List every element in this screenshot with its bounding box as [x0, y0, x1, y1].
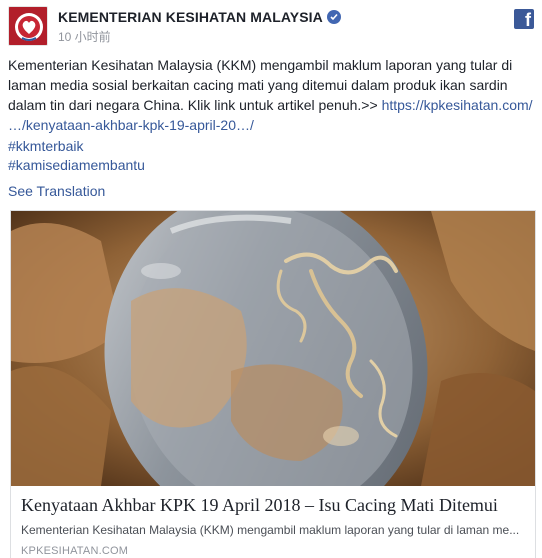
see-translation-link[interactable]: See Translation [8, 183, 105, 199]
article-link-part-2[interactable]: …/kenyataan-akhbar-kpk-19-april-20…/ [8, 117, 254, 133]
page-name[interactable]: KEMENTERIAN KESIHATAN MALAYSIA [58, 9, 341, 25]
attachment-description: Kementerian Kesihatan Malaysia (KKM) men… [21, 523, 520, 537]
attachment-caption[interactable]: Kenyataan Akhbar KPK 19 April 2018 – Isu… [11, 486, 535, 558]
attachment-title[interactable]: Kenyataan Akhbar KPK 19 April 2018 – Isu… [21, 495, 498, 516]
link-attachment[interactable]: Kenyataan Akhbar KPK 19 April 2018 – Isu… [10, 210, 536, 558]
facebook-post: KEMENTERIAN KESIHATAN MALAYSIA 10 小时前 f … [0, 0, 542, 558]
kkm-logo-icon [9, 7, 47, 45]
article-link-part-1[interactable]: https://kpkesihatan.com/ [382, 97, 533, 113]
post-header: KEMENTERIAN KESIHATAN MALAYSIA 10 小时前 f [8, 6, 534, 46]
attachment-domain: KPKESIHATAN.COM [21, 545, 129, 557]
attachment-photo[interactable] [11, 211, 535, 486]
verified-badge-icon [326, 10, 341, 24]
post-timestamp[interactable]: 10 小时前 [58, 28, 111, 45]
sardine-worm-photo [11, 211, 535, 486]
hashtag-list: #kkmterbaik #kamisediamembantu [8, 137, 145, 175]
post-body: Kementerian Kesihatan Malaysia (KKM) men… [8, 55, 536, 135]
facebook-logo-icon[interactable]: f [514, 9, 534, 30]
page-name-text[interactable]: KEMENTERIAN KESIHATAN MALAYSIA [58, 9, 323, 25]
hashtag-kamisediamembantu[interactable]: #kamisediamembantu [8, 156, 145, 175]
page-avatar[interactable] [8, 6, 48, 46]
hashtag-kkmterbaik[interactable]: #kkmterbaik [8, 137, 145, 156]
